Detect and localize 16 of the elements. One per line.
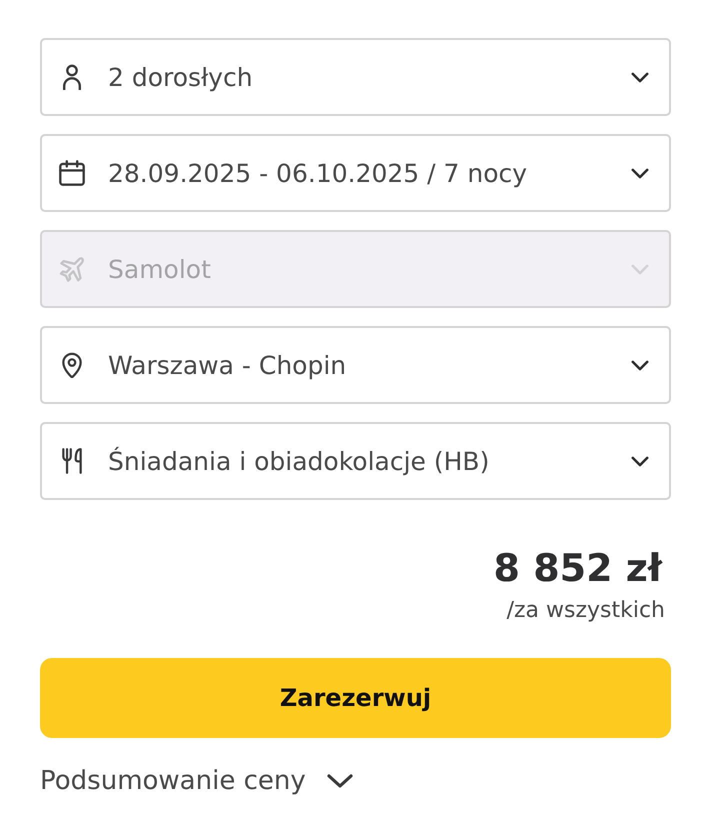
airplane-icon — [59, 256, 85, 282]
guests-select[interactable]: 2 dorosłych — [40, 38, 671, 116]
price-note: /za wszystkich — [506, 597, 665, 625]
book-button[interactable]: Zarezerwuj — [40, 658, 671, 738]
price-amount: 8 852 zł — [494, 545, 662, 592]
board-select[interactable]: Śniadania i obiadokolacje (HB) — [40, 422, 671, 500]
chevron-down-icon — [631, 264, 649, 274]
chevron-down-icon — [631, 72, 649, 82]
dates-select[interactable]: 28.09.2025 - 06.10.2025 / 7 nocy — [40, 134, 671, 212]
fork-knife-icon — [59, 448, 85, 474]
departure-select[interactable]: Warszawa - Chopin — [40, 326, 671, 404]
chevron-down-icon — [631, 168, 649, 178]
chevron-down-icon — [631, 360, 649, 370]
price-summary-toggle[interactable]: Podsumowanie ceny — [40, 766, 354, 796]
chevron-down-icon — [631, 456, 649, 466]
calendar-icon — [59, 160, 85, 186]
